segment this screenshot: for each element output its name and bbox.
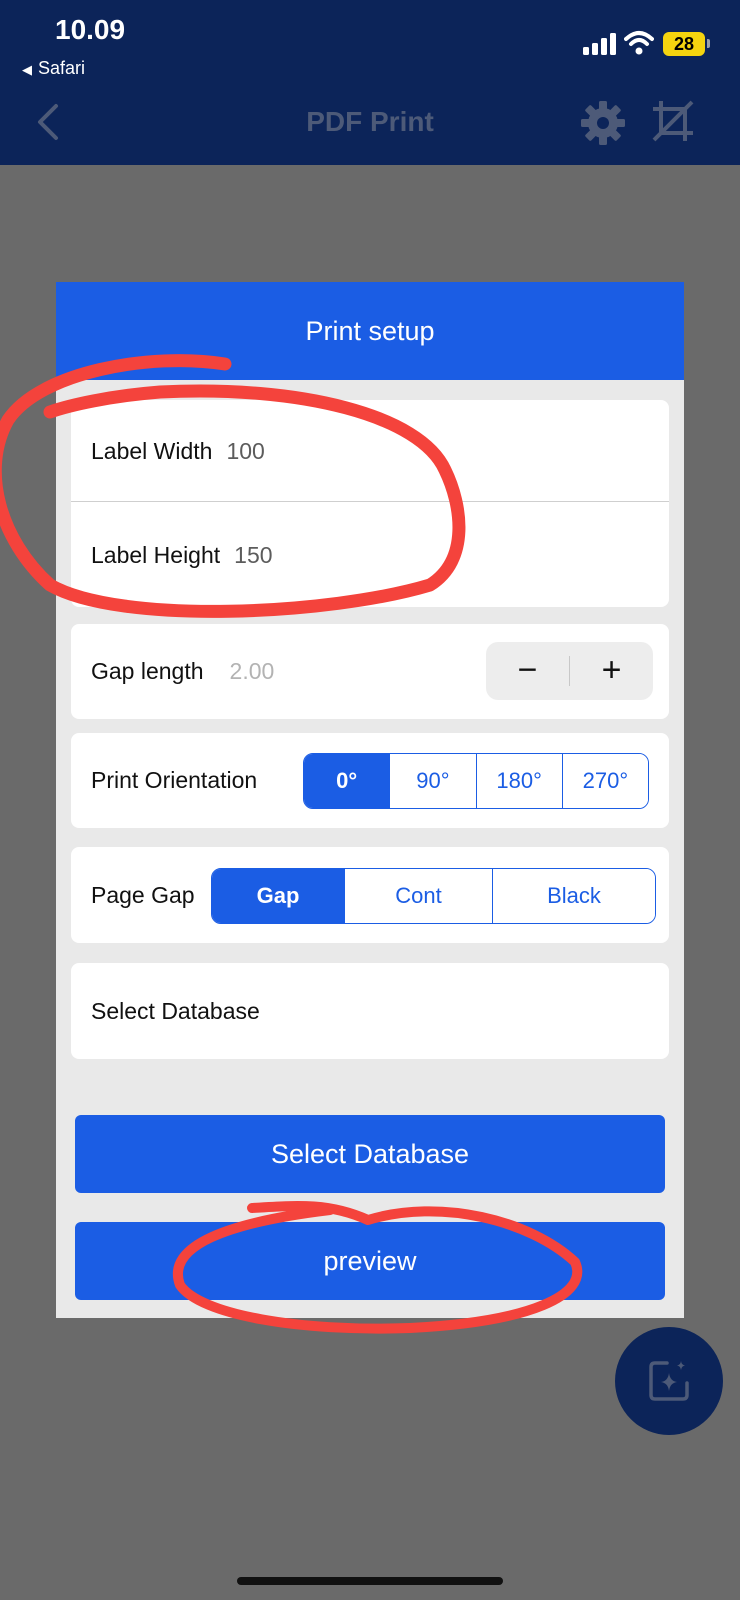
- orientation-segmented-control: 0° 90° 180° 270°: [303, 753, 649, 809]
- battery-icon: 28: [663, 32, 705, 56]
- label-height-value[interactable]: 150: [234, 542, 272, 568]
- select-database-button[interactable]: Select Database: [75, 1115, 665, 1193]
- label-width-label: Label Width: [91, 438, 213, 464]
- label-height-label: Label Height: [91, 542, 221, 568]
- dialog-title: Print setup: [56, 282, 684, 380]
- gap-length-label: Gap length: [91, 658, 204, 684]
- orientation-label: Print Orientation: [91, 767, 258, 793]
- label-width-row[interactable]: Label Width 100: [91, 438, 265, 465]
- page-gap-option-gap[interactable]: Gap: [212, 869, 344, 923]
- orientation-option-0[interactable]: 0°: [304, 754, 390, 808]
- orientation-option-270[interactable]: 270°: [561, 754, 648, 808]
- gap-length-card: Gap length 2.00 − +: [71, 624, 669, 719]
- wifi-icon: [624, 31, 654, 55]
- print-setup-dialog: Print setup Label Width 100 Label Height 1…: [56, 282, 684, 1318]
- top-bar: 10.09 ◀ Safari 28 PDF Print: [0, 0, 740, 165]
- gear-icon[interactable]: [580, 100, 626, 146]
- increment-button[interactable]: +: [570, 642, 653, 700]
- label-height-row[interactable]: Label Height 150: [91, 542, 273, 569]
- crop-icon[interactable]: [650, 98, 696, 144]
- page-gap-option-black[interactable]: Black: [492, 869, 655, 923]
- back-triangle-icon: ◀: [22, 62, 32, 77]
- label-size-card: Label Width 100 Label Height 150: [71, 400, 669, 607]
- orientation-option-180[interactable]: 180°: [475, 754, 562, 808]
- orientation-option-90[interactable]: 90°: [389, 754, 476, 808]
- page-gap-card: Page Gap Gap Cont Black: [71, 847, 669, 943]
- orientation-card: Print Orientation 0° 90° 180° 270°: [71, 733, 669, 828]
- preview-button[interactable]: preview: [75, 1222, 665, 1300]
- gap-length-input[interactable]: 2.00: [230, 658, 275, 684]
- battery-nub: [707, 39, 710, 48]
- divider: [71, 501, 669, 502]
- edit-image-fab[interactable]: [615, 1327, 723, 1435]
- decrement-button[interactable]: −: [486, 642, 569, 700]
- page-gap-segmented-control: Gap Cont Black: [211, 868, 656, 924]
- page-gap-option-cont[interactable]: Cont: [344, 869, 492, 923]
- select-database-label: Select Database: [91, 998, 260, 1024]
- select-database-card[interactable]: Select Database: [71, 963, 669, 1059]
- page-gap-label: Page Gap: [91, 882, 195, 908]
- gap-length-stepper: − +: [486, 642, 653, 700]
- gap-length-row: Gap length 2.00: [91, 658, 274, 685]
- back-app-label: Safari: [38, 58, 86, 78]
- label-width-value[interactable]: 100: [226, 438, 264, 464]
- back-to-safari[interactable]: ◀ Safari: [22, 58, 85, 79]
- home-indicator: [237, 1577, 503, 1585]
- image-sparkle-icon: [649, 1361, 689, 1401]
- status-time: 10.09: [55, 14, 126, 45]
- cellular-signal-icon: [583, 33, 619, 55]
- page-title: PDF Print: [306, 106, 434, 137]
